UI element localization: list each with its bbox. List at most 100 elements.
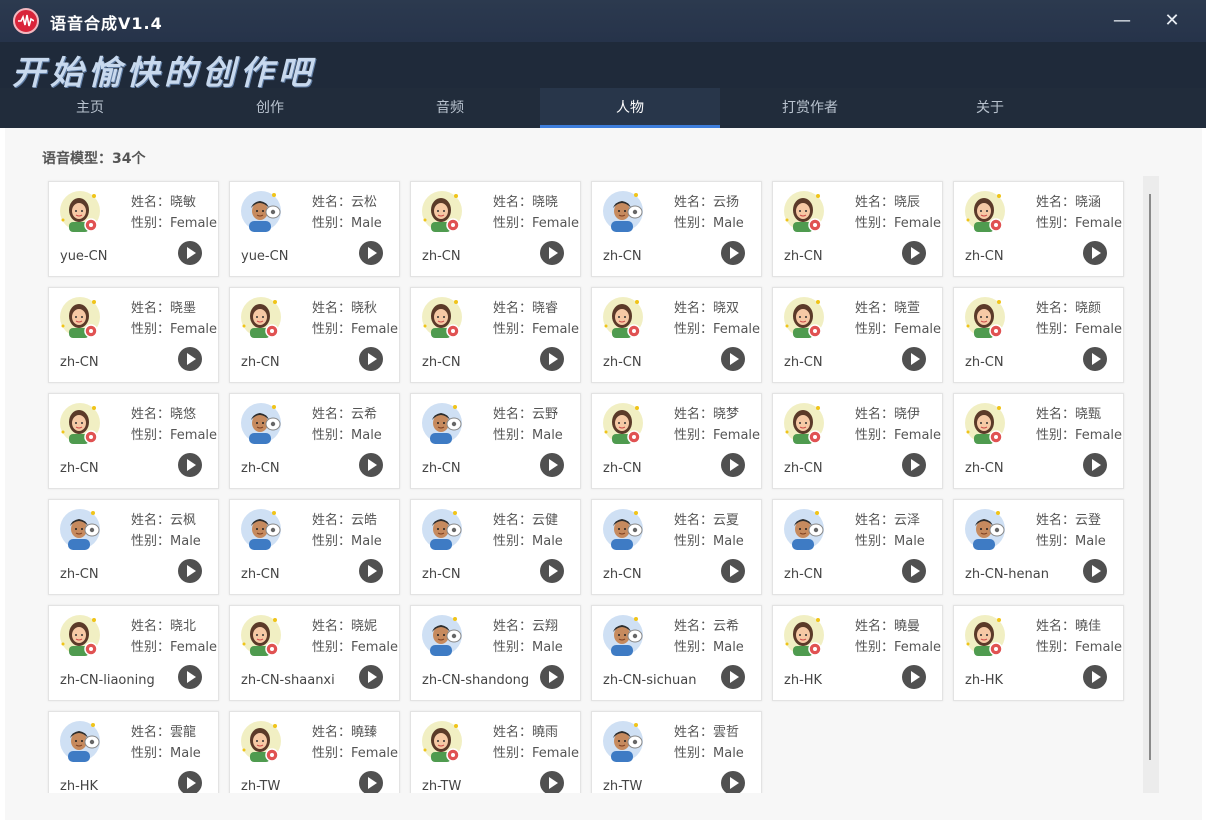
voice-card[interactable]: 姓名：晓萱 性别：Female zh-CN	[772, 287, 943, 383]
name-label: 姓名：	[312, 513, 352, 528]
voice-card[interactable]: 姓名：晓双 性别：Female zh-CN	[591, 287, 762, 383]
play-icon[interactable]	[1083, 665, 1107, 689]
voice-card[interactable]: 姓名：曉曼 性别：Female zh-HK	[772, 605, 943, 701]
gender-label: 性别：	[1036, 640, 1076, 655]
play-icon[interactable]	[178, 453, 202, 477]
voice-card[interactable]: 姓名：晓北 性别：Female zh-CN-liaoning	[48, 605, 219, 701]
gender-value: Female	[894, 428, 942, 443]
voice-locale: zh-TW	[241, 779, 281, 793]
voice-gender: 性别：Male	[674, 212, 744, 231]
voice-card[interactable]: 姓名：云希 性别：Male zh-CN	[229, 393, 400, 489]
close-button[interactable]: ✕	[1152, 6, 1192, 36]
tab-4[interactable]: 打赏作者	[720, 88, 900, 128]
voice-name: 姓名：晓伊	[855, 403, 920, 422]
voice-card[interactable]: 姓名：晓涵 性别：Female zh-CN	[953, 181, 1124, 277]
play-icon[interactable]	[540, 347, 564, 371]
voice-card[interactable]: 姓名：雲哲 性别：Male zh-TW	[591, 711, 762, 793]
gender-label: 性别：	[1036, 428, 1076, 443]
play-icon[interactable]	[721, 665, 745, 689]
voice-name: 姓名：云希	[674, 615, 739, 634]
voice-card[interactable]: 姓名：云扬 性别：Male zh-CN	[591, 181, 762, 277]
play-icon[interactable]	[721, 347, 745, 371]
voice-card[interactable]: 姓名：晓甄 性别：Female zh-CN	[953, 393, 1124, 489]
play-icon[interactable]	[1083, 453, 1107, 477]
play-icon[interactable]	[902, 241, 926, 265]
voice-card[interactable]: 姓名：曉雨 性别：Female zh-TW	[410, 711, 581, 793]
scrollbar-thumb[interactable]	[1149, 194, 1151, 760]
play-icon[interactable]	[178, 347, 202, 371]
voice-gender: 性别：Male	[855, 530, 925, 549]
play-icon[interactable]	[721, 241, 745, 265]
play-icon[interactable]	[540, 453, 564, 477]
female-avatar-icon	[240, 720, 282, 762]
voice-card[interactable]: 姓名：晓墨 性别：Female zh-CN	[48, 287, 219, 383]
gender-value: Male	[713, 640, 744, 655]
play-icon[interactable]	[359, 453, 383, 477]
male-avatar-icon	[240, 402, 282, 444]
play-icon[interactable]	[178, 241, 202, 265]
voice-gender: 性别：Female	[1036, 212, 1122, 231]
name-label: 姓名：	[493, 513, 533, 528]
voice-card[interactable]: 姓名：晓伊 性别：Female zh-CN	[772, 393, 943, 489]
gender-value: Male	[532, 428, 563, 443]
play-icon[interactable]	[178, 771, 202, 793]
voice-card[interactable]: 姓名：曉佳 性别：Female zh-HK	[953, 605, 1124, 701]
minimize-button[interactable]: —	[1102, 6, 1142, 36]
name-value: 云健	[532, 513, 559, 528]
play-icon[interactable]	[540, 665, 564, 689]
play-icon[interactable]	[1083, 559, 1107, 583]
voice-card[interactable]: 姓名：晓敏 性别：Female yue-CN	[48, 181, 219, 277]
play-icon[interactable]	[359, 771, 383, 793]
voice-card[interactable]: 姓名：晓悠 性别：Female zh-CN	[48, 393, 219, 489]
play-icon[interactable]	[359, 665, 383, 689]
play-icon[interactable]	[721, 453, 745, 477]
play-icon[interactable]	[540, 771, 564, 793]
play-icon[interactable]	[359, 347, 383, 371]
voice-locale: zh-CN	[965, 249, 1004, 264]
play-icon[interactable]	[540, 241, 564, 265]
male-avatar-icon	[421, 614, 463, 656]
voice-card[interactable]: 姓名：雲龍 性别：Male zh-HK	[48, 711, 219, 793]
voice-card[interactable]: 姓名：云泽 性别：Male zh-CN	[772, 499, 943, 595]
play-icon[interactable]	[721, 559, 745, 583]
play-icon[interactable]	[1083, 241, 1107, 265]
tab-0[interactable]: 主页	[0, 88, 180, 128]
play-icon[interactable]	[359, 241, 383, 265]
play-icon[interactable]	[902, 559, 926, 583]
voice-card[interactable]: 姓名：云夏 性别：Male zh-CN	[591, 499, 762, 595]
gender-value: Female	[894, 322, 942, 337]
play-icon[interactable]	[902, 347, 926, 371]
scrollbar[interactable]	[1143, 176, 1159, 793]
tab-1[interactable]: 创作	[180, 88, 360, 128]
play-icon[interactable]	[902, 453, 926, 477]
voice-card[interactable]: 姓名：云松 性别：Male yue-CN	[229, 181, 400, 277]
play-icon[interactable]	[1083, 347, 1107, 371]
tab-5[interactable]: 关于	[900, 88, 1080, 128]
play-icon[interactable]	[178, 665, 202, 689]
tab-3[interactable]: 人物	[540, 88, 720, 128]
voice-card[interactable]: 姓名：晓辰 性别：Female zh-CN	[772, 181, 943, 277]
play-icon[interactable]	[540, 559, 564, 583]
name-label: 姓名：	[855, 513, 895, 528]
play-icon[interactable]	[359, 559, 383, 583]
gender-value: Male	[713, 534, 744, 549]
voice-card[interactable]: 姓名：云登 性别：Male zh-CN-henan	[953, 499, 1124, 595]
voice-card[interactable]: 姓名：曉臻 性别：Female zh-TW	[229, 711, 400, 793]
voice-card[interactable]: 姓名：云翔 性别：Male zh-CN-shandong	[410, 605, 581, 701]
voice-card[interactable]: 姓名：晓妮 性别：Female zh-CN-shaanxi	[229, 605, 400, 701]
voice-card[interactable]: 姓名：云皓 性别：Male zh-CN	[229, 499, 400, 595]
voice-card[interactable]: 姓名：晓秋 性别：Female zh-CN	[229, 287, 400, 383]
voice-card[interactable]: 姓名：云野 性别：Male zh-CN	[410, 393, 581, 489]
play-icon[interactable]	[178, 559, 202, 583]
tab-2[interactable]: 音频	[360, 88, 540, 128]
voice-card[interactable]: 姓名：晓晓 性别：Female zh-CN	[410, 181, 581, 277]
play-icon[interactable]	[721, 771, 745, 793]
voice-card[interactable]: 姓名：晓梦 性别：Female zh-CN	[591, 393, 762, 489]
play-icon[interactable]	[902, 665, 926, 689]
voice-card[interactable]: 姓名：晓颜 性别：Female zh-CN	[953, 287, 1124, 383]
voice-card[interactable]: 姓名：云枫 性别：Male zh-CN	[48, 499, 219, 595]
voice-card[interactable]: 姓名：云希 性别：Male zh-CN-sichuan	[591, 605, 762, 701]
voice-card[interactable]: 姓名：晓睿 性别：Female zh-CN	[410, 287, 581, 383]
name-value: 晓悠	[170, 407, 197, 422]
voice-card[interactable]: 姓名：云健 性别：Male zh-CN	[410, 499, 581, 595]
